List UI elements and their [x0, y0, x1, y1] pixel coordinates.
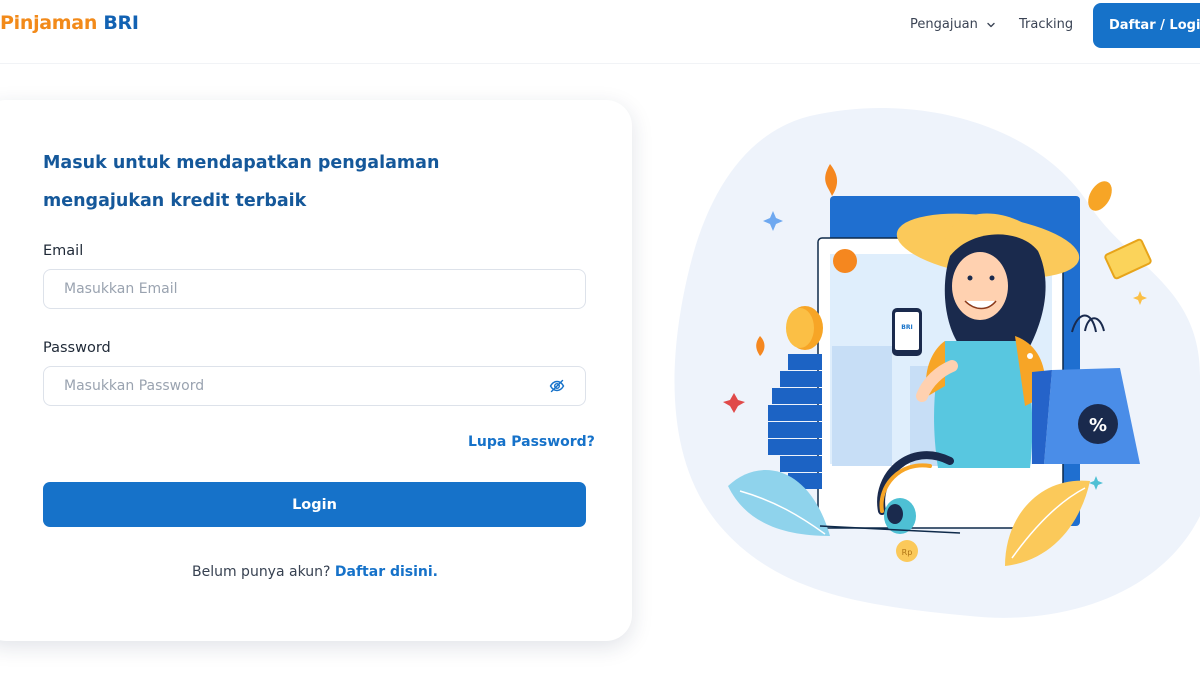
email-label: Email	[43, 243, 84, 259]
forgot-password-link[interactable]: Lupa Password?	[468, 434, 595, 450]
register-link[interactable]: Daftar disini.	[335, 564, 438, 580]
coin-text: Rp	[902, 548, 913, 557]
brand-logo[interactable]: Pinjaman BRI	[0, 12, 139, 34]
login-submit-button[interactable]: Login	[43, 482, 586, 527]
eye-slash-icon[interactable]	[549, 378, 565, 394]
top-header: Pinjaman BRI Pengajuan Tracking Daftar /…	[0, 0, 1200, 64]
phone-brand-text: BRI	[901, 324, 912, 331]
chevron-down-icon	[987, 22, 995, 27]
nav-pengajuan-dropdown[interactable]: Pengajuan	[910, 17, 996, 32]
register-prompt-text: Belum punya akun?	[191, 564, 331, 580]
password-field[interactable]	[43, 366, 586, 406]
logo-text-bri: BRI	[103, 12, 139, 34]
daftar-login-button[interactable]: Daftar / Login	[1093, 3, 1200, 48]
nav-pengajuan-label: Pengajuan	[910, 17, 978, 32]
password-label: Password	[43, 340, 111, 356]
nav-tracking-label: Tracking	[1019, 17, 1074, 32]
email-field[interactable]	[43, 269, 586, 309]
login-heading: Masuk untuk mendapatkan pengalaman menga…	[43, 153, 440, 211]
shopping-woman-illustration: BRI % Rp	[674, 108, 1200, 618]
nav-tracking-link[interactable]: Tracking	[1019, 17, 1073, 32]
register-prompt: Belum punya akun? Daftar disini.	[0, 564, 630, 580]
logo-text-pinjaman: Pinjaman	[0, 12, 98, 34]
discount-badge-text: %	[1089, 415, 1107, 436]
